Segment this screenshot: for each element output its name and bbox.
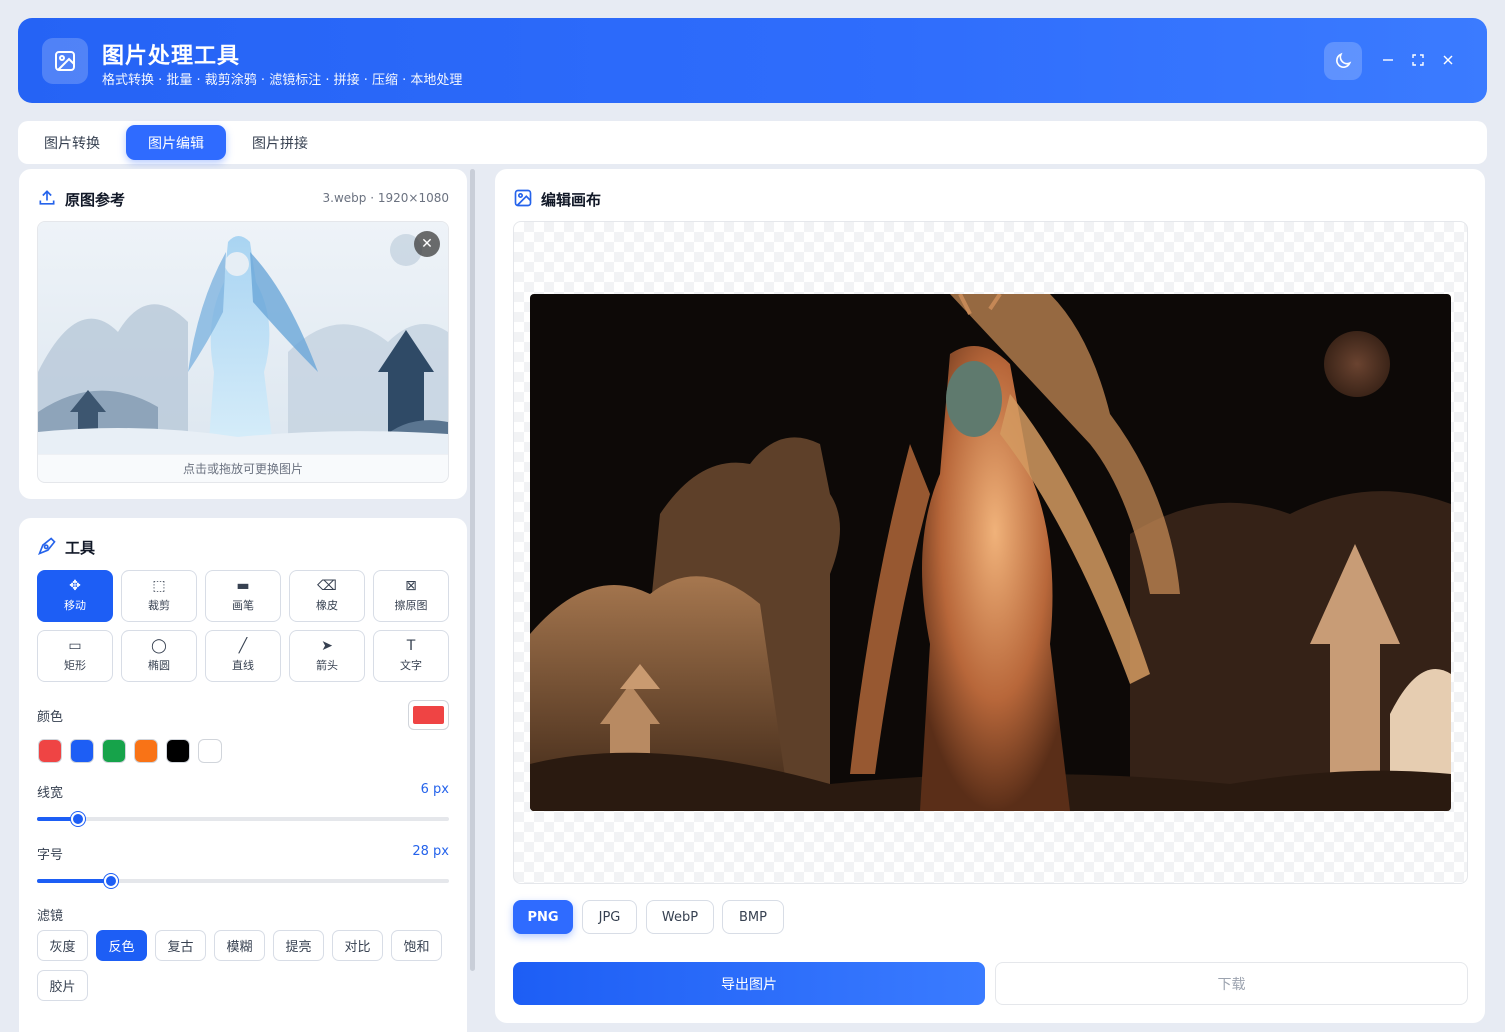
remove-image-button[interactable]: ✕ (414, 231, 440, 257)
export-image-button[interactable]: 导出图片 (513, 962, 985, 1005)
color-picker[interactable] (408, 700, 449, 730)
tool-label: 矩形 (64, 659, 86, 672)
upload-icon (39, 190, 55, 205)
line-width-slider[interactable] (37, 812, 449, 826)
font-size-slider[interactable] (37, 874, 449, 888)
filter-button[interactable]: 对比 (332, 930, 383, 961)
tab-stitch[interactable]: 图片拼接 (234, 125, 326, 160)
crop-icon: ⬚ (152, 578, 166, 594)
tool-label: 椭圆 (148, 659, 170, 672)
app-title: 图片处理工具 (102, 44, 241, 69)
color-swatch[interactable] (70, 739, 94, 763)
eraser-icon: ⌫ (317, 578, 337, 594)
download-button[interactable]: 下载 (995, 962, 1468, 1005)
edit-canvas[interactable] (513, 221, 1468, 884)
moon-icon (1336, 52, 1352, 68)
maximize-icon (1412, 54, 1424, 66)
text-icon: T (406, 638, 416, 654)
color-swatch[interactable] (134, 739, 158, 763)
tool-label: 裁剪 (148, 599, 170, 612)
theme-toggle-button[interactable] (1324, 42, 1362, 80)
canvas-title: 编辑画布 (541, 191, 602, 209)
tool-button[interactable]: ▬ 画笔 (205, 570, 281, 622)
close-icon (1443, 55, 1453, 65)
filter-button[interactable]: 胶片 (37, 970, 88, 1001)
font-size-slider-fill (37, 879, 112, 883)
image-icon (514, 189, 532, 207)
tool-button[interactable]: T 文字 (373, 630, 449, 682)
tool-button[interactable]: ⌫ 橡皮 (289, 570, 365, 622)
filter-button[interactable]: 提亮 (273, 930, 324, 961)
image-icon (42, 38, 88, 84)
filter-button[interactable]: 反色 (96, 930, 147, 961)
filter-button[interactable]: 模糊 (214, 930, 265, 961)
color-swatch[interactable] (166, 739, 190, 763)
ellipse-icon: ◯ (151, 638, 167, 654)
reference-hint: 点击或拖放可更换图片 (38, 454, 448, 482)
tool-label: 画笔 (232, 599, 254, 612)
format-button[interactable]: PNG (513, 900, 573, 934)
close-window-button[interactable] (1438, 50, 1458, 70)
tool-label: 橡皮 (316, 599, 338, 612)
line-width-label: 线宽 (37, 786, 64, 801)
maximize-button[interactable] (1408, 50, 1428, 70)
color-swatch[interactable] (38, 739, 62, 763)
app-subtitle: 格式转换 · 批量 · 裁剪涂鸦 · 滤镜标注 · 拼接 · 压缩 · 本地处理 (102, 73, 463, 88)
reference-title: 原图参考 (65, 191, 126, 209)
reference-meta: 3.webp · 1920×1080 (322, 191, 449, 205)
current-color-fill (413, 706, 444, 724)
main-tabs: 图片转换 图片编辑 图片拼接 (18, 121, 1487, 164)
arrow-icon: ➤ (321, 638, 333, 654)
filter-label: 滤镜 (37, 909, 64, 924)
color-swatch[interactable] (198, 739, 222, 763)
erase-original-icon: ⊠ (405, 578, 417, 594)
close-icon: ✕ (421, 236, 433, 252)
app-header: 图片处理工具 格式转换 · 批量 · 裁剪涂鸦 · 滤镜标注 · 拼接 · 压缩… (18, 18, 1487, 103)
font-size-value: 28 px (412, 844, 449, 859)
tab-edit[interactable]: 图片编辑 (126, 125, 226, 160)
tool-button[interactable]: ▭ 矩形 (37, 630, 113, 682)
tool-button[interactable]: ✥ 移动 (37, 570, 113, 622)
tab-convert[interactable]: 图片转换 (26, 125, 118, 160)
reference-card: 原图参考 3.webp · 1920×1080 点击或拖放可更换图片 ✕ (19, 169, 467, 499)
color-label: 颜色 (37, 710, 64, 725)
tool-button[interactable]: ⊠ 擦原图 (373, 570, 449, 622)
tools-title: 工具 (65, 539, 96, 557)
color-swatch[interactable] (102, 739, 126, 763)
edited-image-content (530, 294, 1451, 811)
format-button[interactable]: BMP (722, 900, 784, 934)
tool-label: 文字 (400, 659, 422, 672)
filter-button[interactable]: 复古 (155, 930, 206, 961)
pen-tool-icon (38, 537, 56, 555)
format-button[interactable]: JPG (582, 900, 637, 934)
filter-button[interactable]: 饱和 (391, 930, 442, 961)
canvas-card: 编辑画布 PNG JPG WebP BMP 导出图片 下载 (495, 169, 1485, 1023)
reference-image (38, 222, 448, 454)
tool-label: 擦原图 (394, 599, 428, 612)
font-size-label: 字号 (37, 848, 64, 863)
tool-button[interactable]: ◯ 椭圆 (121, 630, 197, 682)
tool-label: 直线 (232, 659, 254, 672)
tool-button[interactable]: ➤ 箭头 (289, 630, 365, 682)
edited-image[interactable] (530, 294, 1451, 811)
left-panel-scrollbar[interactable] (470, 169, 475, 971)
minimize-icon (1383, 59, 1393, 61)
line-icon: ╱ (238, 638, 248, 654)
tool-label: 箭头 (316, 659, 338, 672)
tool-label: 移动 (64, 599, 86, 612)
brush-icon: ▬ (236, 578, 250, 594)
tool-button[interactable]: ⬚ 裁剪 (121, 570, 197, 622)
reference-dropzone[interactable]: 点击或拖放可更换图片 ✕ (37, 221, 449, 483)
tool-button[interactable]: ╱ 直线 (205, 630, 281, 682)
format-button[interactable]: WebP (646, 900, 714, 934)
line-width-value: 6 px (420, 782, 449, 797)
minimize-button[interactable] (1378, 50, 1398, 70)
move-icon: ✥ (69, 578, 81, 594)
rectangle-icon: ▭ (68, 638, 82, 654)
filter-button[interactable]: 灰度 (37, 930, 88, 961)
